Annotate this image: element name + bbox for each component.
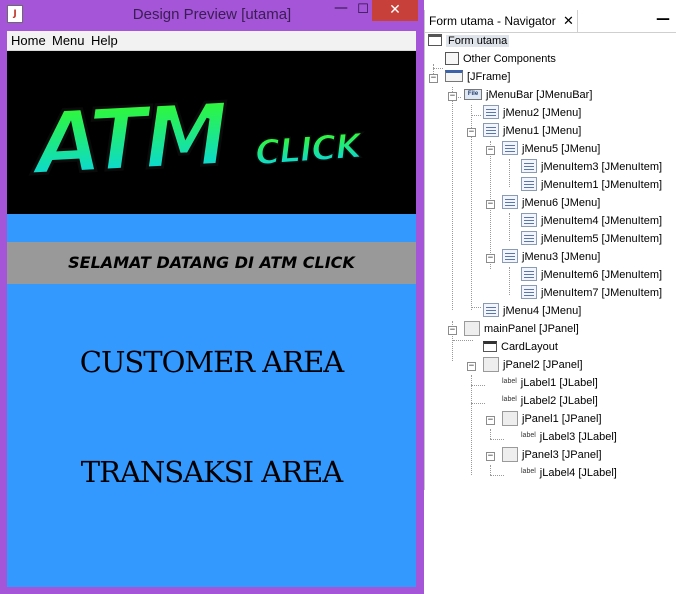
menuitem-icon — [521, 267, 537, 282]
label-icon: label — [502, 396, 517, 404]
other-components-icon — [445, 51, 459, 65]
tree-node-jlabel3[interactable]: label jLabel3 [JLabel] — [521, 428, 617, 446]
tree-node-other-components[interactable]: Other Components — [445, 50, 556, 68]
collapse-toggle[interactable]: − — [467, 128, 476, 137]
tree-node-jmenuitem7[interactable]: jMenuItem7 [JMenuItem] — [521, 284, 662, 302]
tree-node-jmenu3[interactable]: jMenu3 [JMenu] — [502, 248, 600, 266]
form-icon — [428, 34, 442, 47]
label-icon: label — [502, 378, 517, 386]
close-button[interactable]: ✕ — [372, 0, 418, 21]
panel-icon — [483, 356, 499, 372]
menu-icon — [502, 141, 518, 156]
tree-node-jmenu2[interactable]: jMenu2 [JMenu] — [483, 104, 581, 122]
customer-area-label[interactable]: CUSTOMER AREA — [7, 345, 416, 379]
tree-connector — [471, 375, 472, 475]
tree-node-jmenuitem3[interactable]: jMenuItem3 [JMenuItem] — [521, 158, 662, 176]
collapse-toggle[interactable]: − — [486, 200, 495, 209]
logo-atm-text: ATM — [26, 85, 230, 195]
tree-connector — [433, 68, 443, 69]
collapse-toggle[interactable]: − — [429, 74, 438, 83]
tree-connector — [471, 385, 485, 386]
navigator-header: Form utama - Navigator ✕ — — [425, 10, 676, 33]
label-icon: label — [521, 432, 536, 440]
tree-node-jlabel2[interactable]: label jLabel2 [JLabel] — [502, 392, 598, 410]
menuitem-icon — [521, 213, 537, 228]
tree-node-jlabel4[interactable]: label jLabel4 [JLabel] — [521, 464, 617, 482]
tree-node-jmenubar[interactable]: File jMenuBar [JMenuBar] — [464, 86, 592, 104]
menu-home[interactable]: Home — [11, 31, 46, 51]
panel-icon — [502, 446, 518, 462]
window-titlebar[interactable]: J Design Preview [utama] — ☐ ✕ — [0, 0, 424, 30]
menu-icon — [483, 303, 499, 318]
collapse-toggle[interactable]: − — [486, 452, 495, 461]
menubar: Home Menu Help — [7, 31, 416, 51]
menuitem-icon — [521, 159, 537, 174]
label-icon: label — [521, 468, 536, 476]
tree-connector — [453, 340, 473, 341]
tree-node-cardlayout[interactable]: CardLayout — [483, 338, 558, 356]
navigator-tab[interactable]: Form utama - Navigator ✕ — [425, 10, 578, 32]
tree-node-jmenuitem4[interactable]: jMenuItem4 [JMenuItem] — [521, 212, 662, 230]
tree-connector — [471, 115, 481, 116]
tree-connector — [471, 307, 481, 308]
panel-icon — [502, 410, 518, 426]
tree-connector — [490, 475, 504, 476]
tree-node-jmenu4[interactable]: jMenu4 [JMenu] — [483, 302, 581, 320]
close-icon[interactable]: ✕ — [563, 10, 574, 32]
collapse-toggle[interactable]: − — [448, 92, 457, 101]
window-client-area: Home Menu Help ATM CLICK SELAMAT DATANG … — [7, 31, 416, 587]
tree-connector — [471, 403, 485, 404]
tree-connector — [490, 429, 491, 439]
tree-connector — [509, 267, 510, 295]
menu-icon — [502, 249, 518, 264]
tree-node-jframe[interactable]: [JFrame] — [445, 68, 510, 86]
minimize-icon[interactable]: — — [655, 10, 671, 32]
collapse-toggle[interactable]: − — [486, 254, 495, 263]
atm-click-banner: ATM CLICK — [7, 51, 416, 214]
tree-node-form-utama[interactable]: Form utama — [428, 32, 510, 50]
tree-connector — [509, 213, 510, 241]
navigator-tab-title: Form utama - Navigator — [429, 14, 556, 28]
tree-connector — [490, 465, 491, 475]
tree-node-jmenuitem5[interactable]: jMenuItem5 [JMenuItem] — [521, 230, 662, 248]
menu-help[interactable]: Help — [91, 31, 118, 51]
collapse-toggle[interactable]: − — [448, 326, 457, 335]
tree-node-jmenuitem1[interactable]: jMenuItem1 [JMenuItem] — [521, 176, 662, 194]
component-tree: − − − − − − − − − − Form utama Other Com… — [425, 32, 676, 490]
tree-node-jmenu5[interactable]: jMenu5 [JMenu] — [502, 140, 600, 158]
atm-click-logo: ATM CLICK — [25, 83, 367, 196]
tree-node-jpanel2[interactable]: jPanel2 [JPanel] — [483, 356, 583, 374]
tree-node-jmenu6[interactable]: jMenu6 [JMenu] — [502, 194, 600, 212]
menu-icon — [502, 195, 518, 210]
welcome-banner: SELAMAT DATANG DI ATM CLICK — [7, 242, 416, 284]
collapse-toggle[interactable]: − — [486, 416, 495, 425]
menu-icon — [483, 105, 499, 120]
menu-icon — [483, 123, 499, 138]
tree-node-mainpanel[interactable]: mainPanel [JPanel] — [464, 320, 579, 338]
tree-node-jlabel1[interactable]: label jLabel1 [JLabel] — [502, 374, 598, 392]
collapse-toggle[interactable]: − — [467, 362, 476, 371]
tree-connector — [452, 87, 453, 310]
tree-node-jmenu1[interactable]: jMenu1 [JMenu] — [483, 122, 581, 140]
frame-icon — [445, 70, 463, 83]
menuitem-icon — [521, 231, 537, 246]
tree-node-jpanel1[interactable]: jPanel1 [JPanel] — [502, 410, 602, 428]
tree-node-jmenuitem6[interactable]: jMenuItem6 [JMenuItem] — [521, 266, 662, 284]
tree-connector — [509, 159, 510, 187]
logo-click-text: CLICK — [254, 126, 366, 174]
menuitem-icon — [521, 285, 537, 300]
tree-node-jpanel3[interactable]: jPanel3 [JPanel] — [502, 446, 602, 464]
menuitem-icon — [521, 177, 537, 192]
panel-icon — [464, 320, 480, 336]
design-preview-window: J Design Preview [utama] — ☐ ✕ Home Menu… — [0, 0, 424, 594]
navigator-panel: Form utama - Navigator ✕ — − − − − − − −… — [424, 10, 676, 490]
cardlayout-icon — [483, 340, 497, 352]
menubar-icon: File — [464, 88, 482, 100]
collapse-toggle[interactable]: − — [486, 146, 495, 155]
menu-menu[interactable]: Menu — [52, 31, 85, 51]
transaksi-area-label[interactable]: TRANSAKSI AREA — [7, 455, 416, 489]
tree-connector — [490, 439, 504, 440]
